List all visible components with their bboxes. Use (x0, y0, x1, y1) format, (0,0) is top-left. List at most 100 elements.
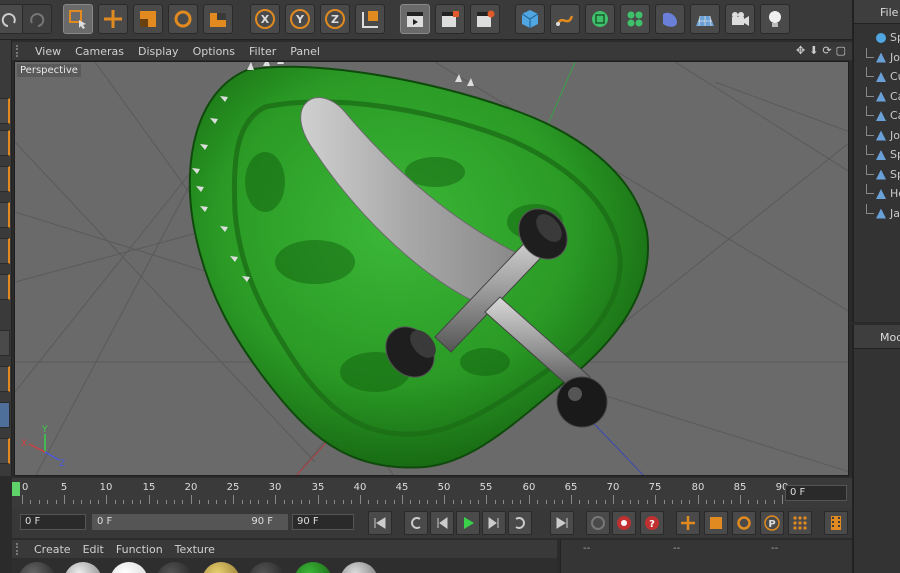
add-light-button[interactable] (760, 4, 790, 34)
object-row[interactable]: Jo (854, 47, 900, 68)
live-selection-button[interactable] (63, 4, 93, 34)
texture-mode-button[interactable] (0, 130, 10, 156)
z-axis-lock-button[interactable]: Z (320, 4, 350, 34)
timeline-tick (622, 500, 623, 504)
workplane-mode-button[interactable] (0, 166, 10, 192)
menu-view[interactable]: View (28, 45, 68, 58)
timeline-window-button[interactable] (824, 511, 848, 535)
timeline-playhead[interactable] (12, 482, 20, 496)
rotate-tool-button[interactable] (168, 4, 198, 34)
previous-key-button[interactable] (404, 511, 428, 535)
play-button[interactable] (456, 511, 480, 535)
coordinate-system-button[interactable] (355, 4, 385, 34)
add-spline-button[interactable] (550, 4, 580, 34)
material-preview-green[interactable] (294, 562, 332, 573)
step-back-icon (437, 517, 448, 529)
current-frame-field[interactable]: 0 F (785, 485, 847, 501)
model-mode-button[interactable] (0, 98, 10, 124)
add-floor-button[interactable] (690, 4, 720, 34)
tweak-mode-button[interactable] (0, 366, 10, 392)
object-row[interactable]: Jo (854, 125, 900, 146)
timeline-tick (529, 495, 530, 504)
position-key-button[interactable] (676, 511, 700, 535)
object-row[interactable]: He (854, 184, 900, 204)
go-to-start-button[interactable] (368, 511, 392, 535)
add-cube-button[interactable] (515, 4, 545, 34)
attributes-mode-menu[interactable]: Mod (854, 325, 900, 349)
end-frame-field[interactable]: 90 F (292, 514, 354, 530)
axis-mode-button[interactable] (0, 330, 10, 356)
timeline-ruler[interactable]: 0 5 10 15 20 25 30 35 40 45 50 55 60 65 70 75 80 85 90 (22, 482, 788, 504)
z-axis-letter: Z (331, 13, 339, 26)
add-deformer-button[interactable] (655, 4, 685, 34)
timeline[interactable]: 0 5 10 15 20 25 30 35 40 45 50 55 60 65 70 75 80 85 90 0 F (12, 478, 852, 508)
menu-cameras[interactable]: Cameras (68, 45, 131, 58)
material-preview-gold[interactable] (202, 562, 240, 573)
dolly-icon[interactable]: ⬇ (809, 44, 818, 57)
edges-mode-button[interactable] (0, 238, 10, 264)
object-row[interactable]: Sp (854, 28, 900, 48)
object-row[interactable]: Ca (854, 106, 900, 126)
material-preview-white[interactable] (110, 562, 148, 573)
y-axis-lock-button[interactable]: Y (285, 4, 315, 34)
undo-button[interactable] (0, 4, 24, 34)
render-view-button[interactable] (400, 4, 430, 34)
parameter-key-button[interactable]: P (760, 511, 784, 535)
material-preview-silver[interactable] (64, 562, 102, 573)
render-picture-viewer-button[interactable] (435, 4, 465, 34)
material-preview-dark[interactable] (156, 562, 194, 573)
timeline-tick (242, 500, 243, 504)
keyframe-selection-button[interactable]: ? (640, 511, 664, 535)
frame-range-slider[interactable]: 0 F 90 F (92, 514, 288, 530)
maximize-icon[interactable]: ▢ (836, 44, 846, 57)
menu-edit[interactable]: Edit (77, 543, 110, 556)
recent-tool-button[interactable] (203, 4, 233, 34)
x-axis-lock-button[interactable]: X (250, 4, 280, 34)
autokeying-button[interactable] (612, 511, 636, 535)
render-settings-button[interactable] (470, 4, 500, 34)
gizmo-y-label: Y (41, 425, 48, 435)
points-mode-button[interactable] (0, 202, 10, 228)
add-nurbs-button[interactable] (585, 4, 615, 34)
menu-display[interactable]: Display (131, 45, 186, 58)
snap-button[interactable] (0, 402, 10, 428)
start-frame-field[interactable]: 0 F (20, 514, 86, 530)
add-array-button[interactable] (620, 4, 650, 34)
workplane-lock-button[interactable] (0, 438, 10, 464)
menu-create[interactable]: Create (28, 543, 77, 556)
object-row[interactable]: Sp (854, 145, 900, 165)
menu-filter[interactable]: Filter (242, 45, 283, 58)
object-row[interactable]: Ca (854, 86, 900, 107)
menu-options[interactable]: Options (186, 45, 242, 58)
3d-viewport[interactable]: Y X Z Perspective (14, 61, 849, 476)
polygons-mode-button[interactable] (0, 274, 10, 300)
attributes-manager: Mod (852, 325, 900, 573)
redo-button[interactable] (22, 4, 52, 34)
material-preview-grey[interactable] (340, 562, 378, 573)
rotation-key-button[interactable] (732, 511, 756, 535)
object-row[interactable]: Cu (854, 67, 900, 87)
material-preview-black[interactable] (18, 562, 56, 573)
material-preview-black-2[interactable] (248, 562, 286, 573)
pan-icon[interactable]: ✥ (796, 44, 805, 57)
menu-panel[interactable]: Panel (283, 45, 327, 58)
play-icon (464, 517, 474, 529)
transport-bar: 0 F 0 F 90 F 90 F ? P (12, 508, 852, 538)
next-key-button[interactable] (508, 511, 532, 535)
orbit-icon[interactable]: ⟳ (822, 44, 831, 57)
previous-frame-button[interactable] (430, 511, 454, 535)
object-manager-file-menu[interactable]: File (854, 0, 900, 24)
menu-function[interactable]: Function (110, 543, 169, 556)
go-to-end-button[interactable] (550, 511, 574, 535)
next-frame-button[interactable] (482, 511, 506, 535)
record-keys-button[interactable] (586, 511, 610, 535)
scale-tool-button[interactable] (133, 4, 163, 34)
object-row[interactable]: Sp (854, 164, 900, 185)
add-camera-button[interactable] (725, 4, 755, 34)
object-row[interactable]: Jav (854, 203, 900, 224)
point-level-animation-button[interactable] (788, 511, 812, 535)
move-tool-button[interactable] (98, 4, 128, 34)
menu-texture[interactable]: Texture (169, 543, 221, 556)
scale-key-button[interactable] (704, 511, 728, 535)
polygon-object-icon (876, 111, 886, 121)
